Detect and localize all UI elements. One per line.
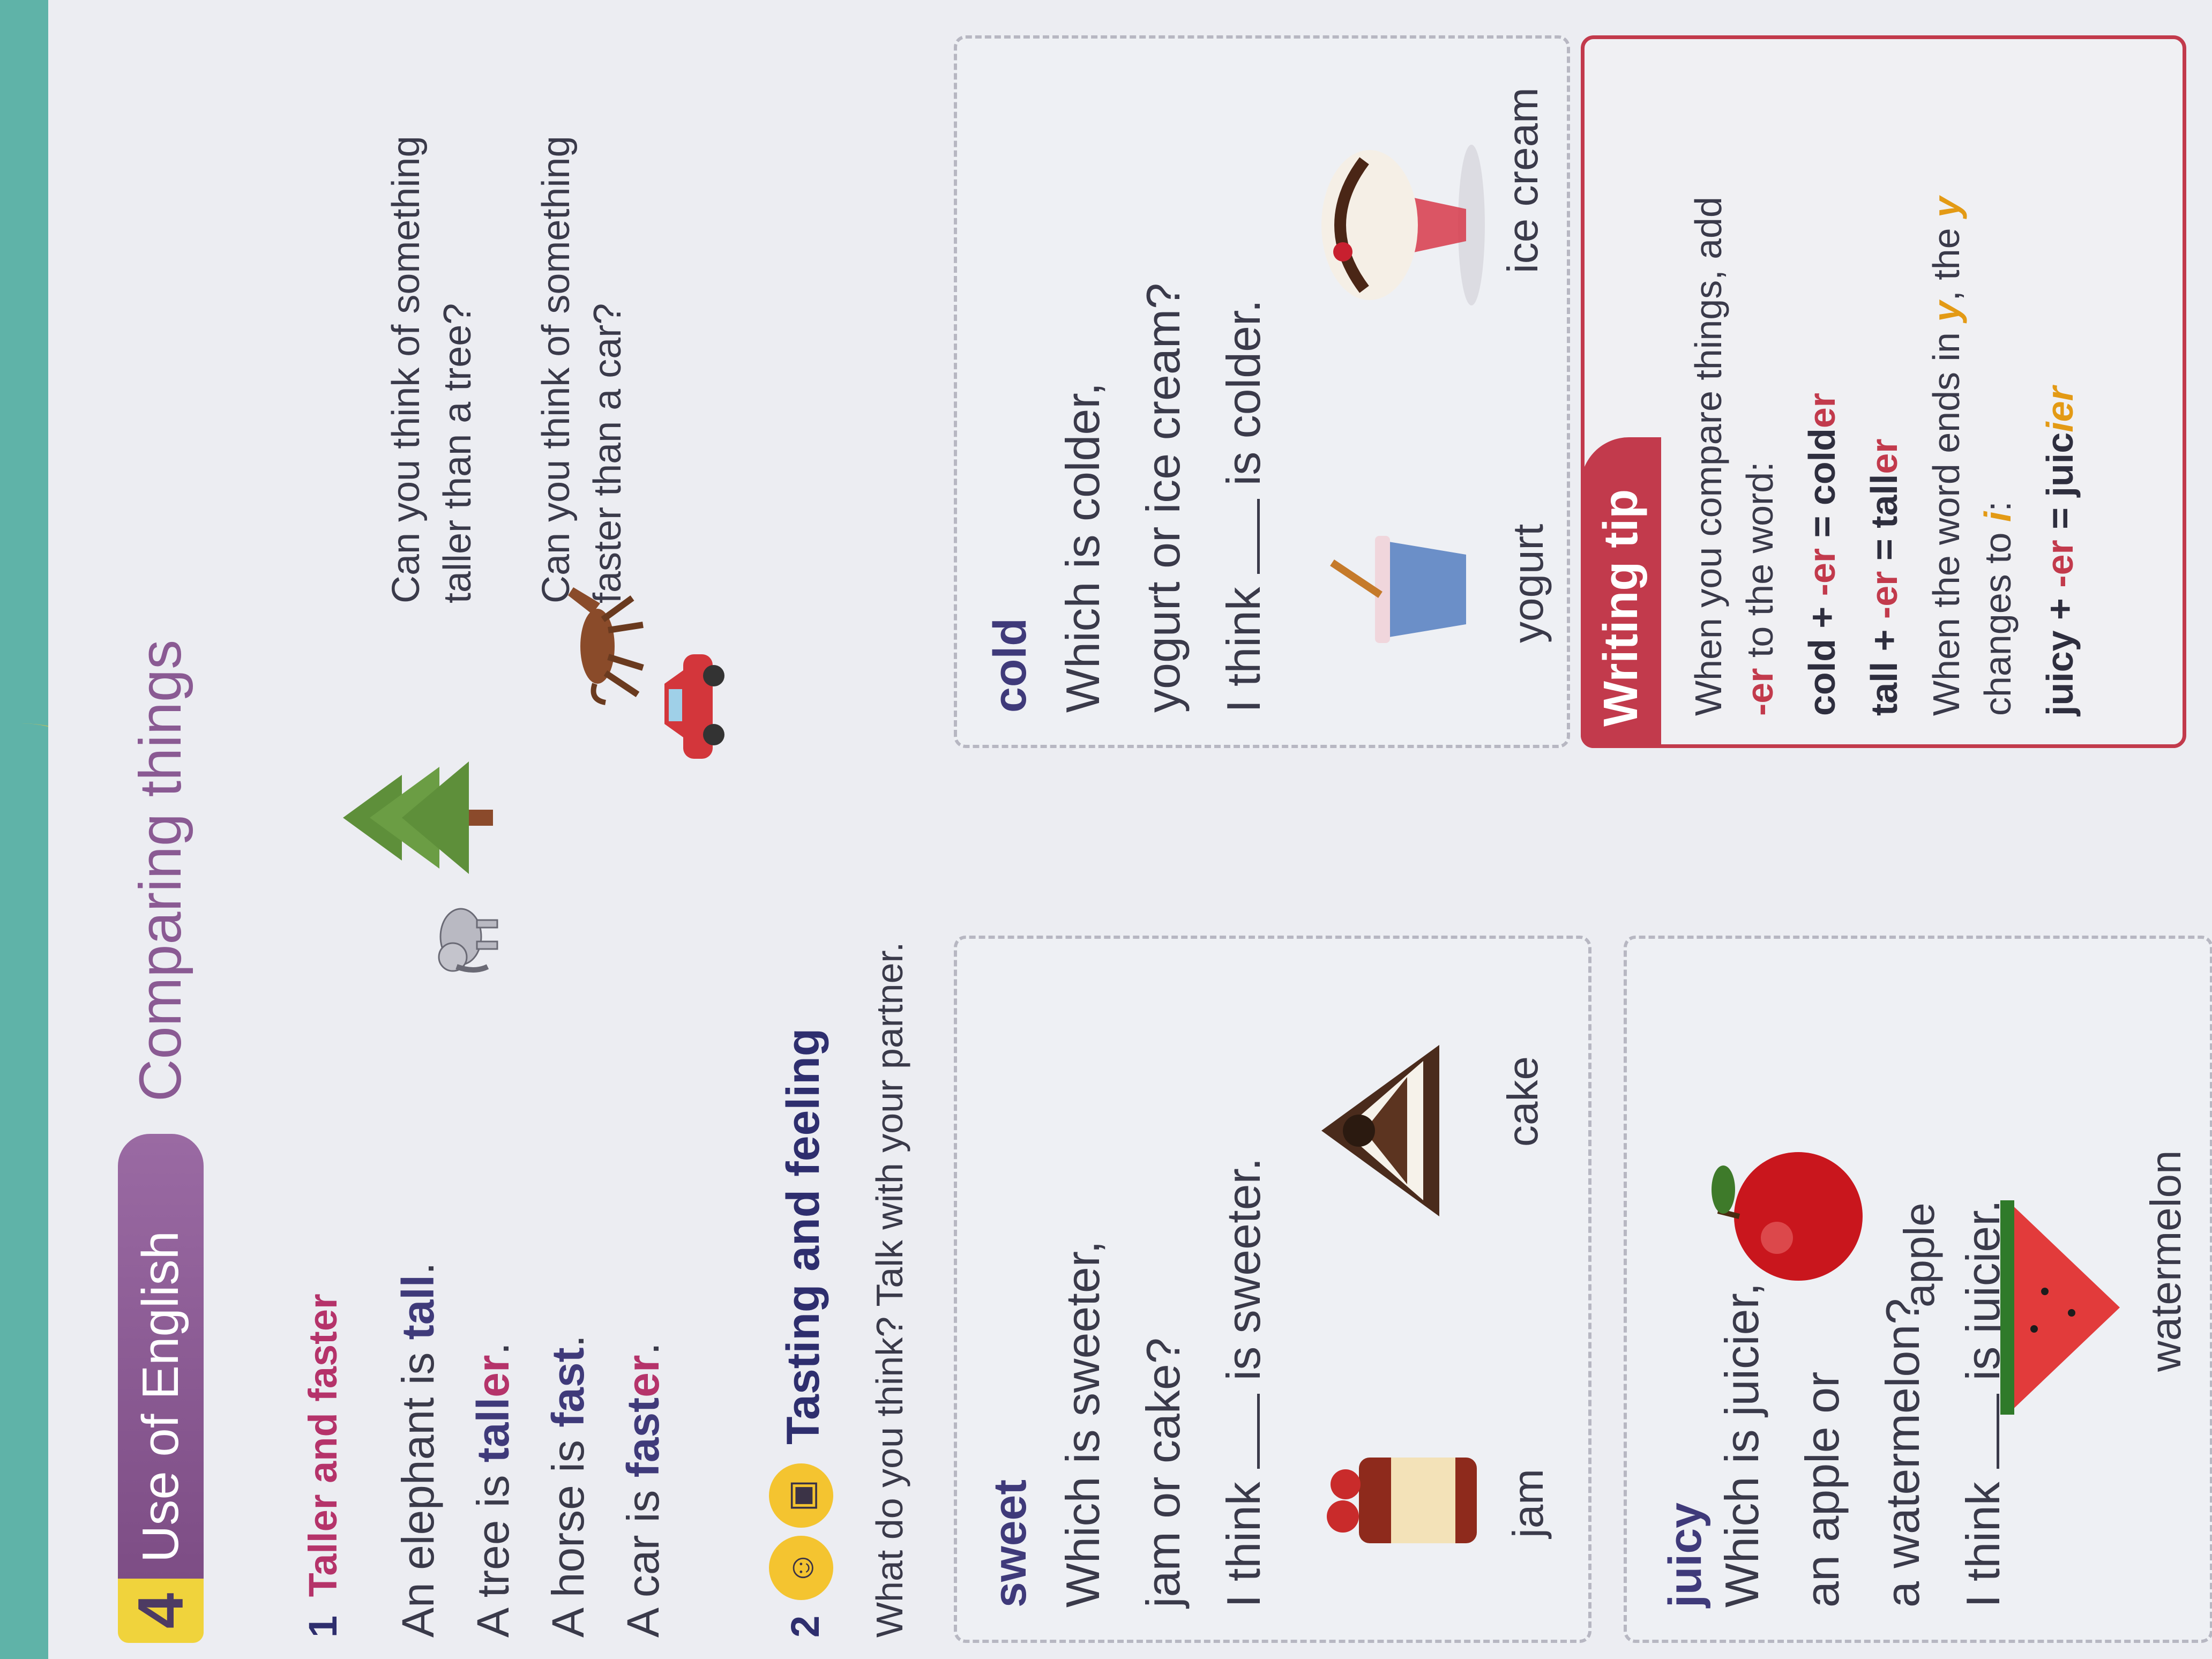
food-label-jam: jam	[1504, 1469, 1552, 1538]
exercise1-heading: 1 Taller and faster	[300, 1294, 346, 1638]
answer-blank	[1257, 1393, 1260, 1469]
apple-picture	[1712, 1152, 1863, 1281]
tree-picture	[343, 761, 493, 874]
tip-example-juicy: juicy + -er = juicier	[2039, 386, 2081, 716]
food-label-apple: apple	[1895, 1202, 1943, 1307]
tip-example-tall: tall + -er = taller	[1863, 438, 1905, 716]
exercise2-number: 2	[783, 1615, 827, 1638]
sentence-tree: A tree is taller.	[468, 1342, 518, 1638]
prompt-taller: Can you think of something taller than a…	[385, 136, 479, 603]
unit-number-badge: 4	[118, 1579, 204, 1643]
exercise2-instruction: What do you think? Talk with your partne…	[869, 941, 910, 1638]
picture-icon: ▣	[769, 1463, 833, 1528]
writing-tip-content: When you compare things, add -er to the …	[1683, 57, 2086, 716]
card-juicy-question: Which is juicier, an apple or a watermel…	[1715, 1282, 1929, 1608]
yogurt-picture	[1330, 536, 1466, 643]
card-cold: cold Which is colder, yogurt or ice crea…	[954, 35, 1570, 748]
unit-title: Use of English	[118, 1134, 204, 1579]
card-sweet-answer: I think is sweeter.	[1217, 1157, 1270, 1608]
card-sweet-title: sweet	[984, 1479, 1036, 1608]
page-content: 4 Use of English Comparing things 1 Tall…	[48, 0, 2212, 1659]
section-title: Comparing things	[128, 639, 193, 1102]
card-sweet: sweet Which is sweeter, jam or cake? I t…	[954, 936, 1591, 1643]
food-label-watermelon: watermelon	[2142, 1150, 2189, 1372]
textbook-page: 4 Use of English Comparing things 1 Tall…	[48, 0, 2212, 1659]
sentence-car: A car is faster.	[618, 1342, 668, 1638]
jam-jar-picture	[1327, 1458, 1477, 1543]
ice-cream-picture	[1321, 145, 1485, 305]
watermelon-picture	[2000, 1200, 2120, 1415]
sentence-elephant: An elephant is tall.	[393, 1262, 443, 1638]
card-cold-title: cold	[984, 618, 1036, 713]
card-juicy: juicy Which is juicier, an apple or a wa…	[1624, 936, 2212, 1643]
card-cold-answer: I think is colder.	[1217, 300, 1270, 713]
sentence-horse: A horse is fast.	[543, 1335, 593, 1638]
prompt-faster: Can you think of something faster than a…	[535, 136, 629, 603]
answer-blank	[1257, 498, 1260, 574]
car-picture	[664, 654, 724, 759]
writing-tip-tab: Writing tip	[1581, 437, 1661, 748]
food-label-yogurt: yogurt	[1504, 524, 1552, 643]
tip-example-cold: cold + -er = colder	[1801, 393, 1843, 716]
exercise1-number: 1	[301, 1615, 345, 1638]
card-sweet-question: Which is sweeter, jam or cake?	[1056, 1240, 1190, 1608]
food-label-cake: cake	[1499, 1056, 1546, 1147]
speaking-icon: ☺	[769, 1536, 833, 1600]
exercise2-title: Tasting and feeling	[778, 1028, 829, 1445]
exercise1-title: Taller and faster	[301, 1294, 345, 1597]
tip-rule: When the word ends in y, the y	[1925, 197, 1967, 716]
food-label-ice-cream: ice cream	[1499, 87, 1546, 273]
elephant-picture	[438, 908, 498, 973]
cake-picture	[1321, 1045, 1439, 1216]
card-cold-question: Which is colder, yogurt or ice cream?	[1056, 282, 1190, 713]
